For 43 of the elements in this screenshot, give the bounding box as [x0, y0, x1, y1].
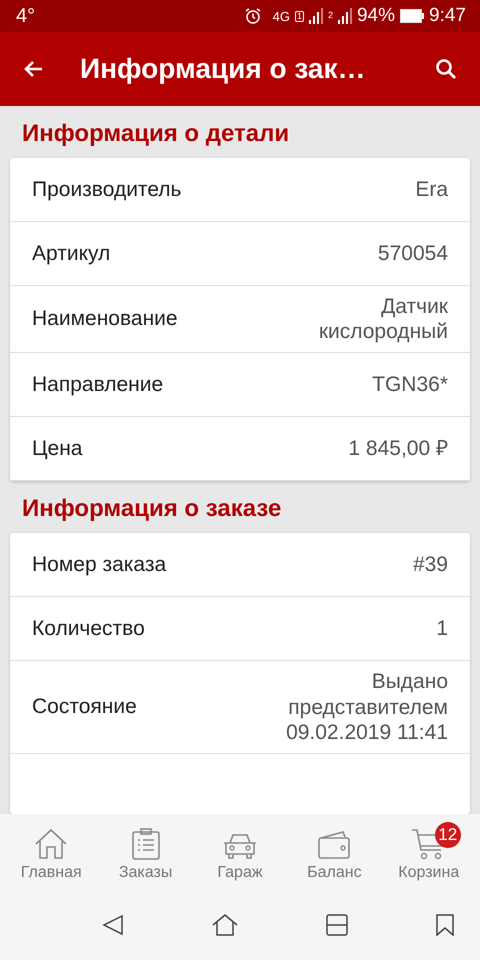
network-type: 4G	[272, 8, 290, 24]
search-icon[interactable]	[434, 57, 458, 81]
field-value: TGN36*	[372, 372, 448, 398]
signal-icon	[308, 8, 323, 24]
field-label: Направление	[32, 372, 164, 397]
signal-icon	[338, 8, 352, 24]
field-value: Датчик кислородный	[318, 294, 448, 344]
nav-tab[interactable]: Гараж	[194, 826, 286, 882]
cart-count-badge: 12	[434, 822, 461, 848]
section-title: Информация о заказе	[21, 494, 282, 524]
home-icon[interactable]	[212, 914, 238, 936]
nav-tab[interactable]: Главная	[5, 826, 98, 882]
battery-percent: 94%	[356, 5, 396, 27]
field-value: Выдано представителем 09.02.2019 11:41	[285, 669, 448, 745]
alarm-clock-icon	[244, 7, 262, 25]
field-label: Наименование	[32, 307, 178, 332]
field-value: 1	[436, 616, 448, 642]
sim-number: 2	[328, 11, 333, 20]
field-label: Цена	[32, 436, 82, 461]
field-label: Номер заказа	[32, 552, 166, 577]
clock: 9:47	[429, 5, 466, 27]
bookmark-icon[interactable]	[436, 914, 454, 936]
clipboard-icon	[132, 828, 160, 860]
screen-title: Информация о зак…	[80, 53, 366, 85]
field-value: #39	[412, 552, 448, 578]
field-value: Era	[415, 176, 448, 202]
battery-icon	[400, 9, 424, 23]
nav-tab[interactable]: Баланс	[288, 826, 380, 882]
sim-number: 1	[294, 11, 304, 22]
field-value: 570054	[378, 240, 448, 266]
section-title: Информация о детали	[21, 119, 290, 149]
field-label: Состояние	[32, 695, 137, 720]
wallet-icon	[318, 830, 350, 860]
nav-tab[interactable]: Заказы	[100, 826, 192, 882]
recent-apps-icon[interactable]	[326, 914, 348, 936]
field-value: 1 845,00 ₽	[348, 436, 448, 462]
field-label: Производитель	[32, 178, 182, 202]
temperature: 4°	[16, 4, 36, 28]
field-label: Артикул	[32, 242, 110, 266]
back-triangle-icon[interactable]	[102, 914, 124, 936]
home-icon	[34, 828, 68, 860]
car-icon	[222, 832, 257, 860]
field-label: Количество	[32, 616, 145, 641]
